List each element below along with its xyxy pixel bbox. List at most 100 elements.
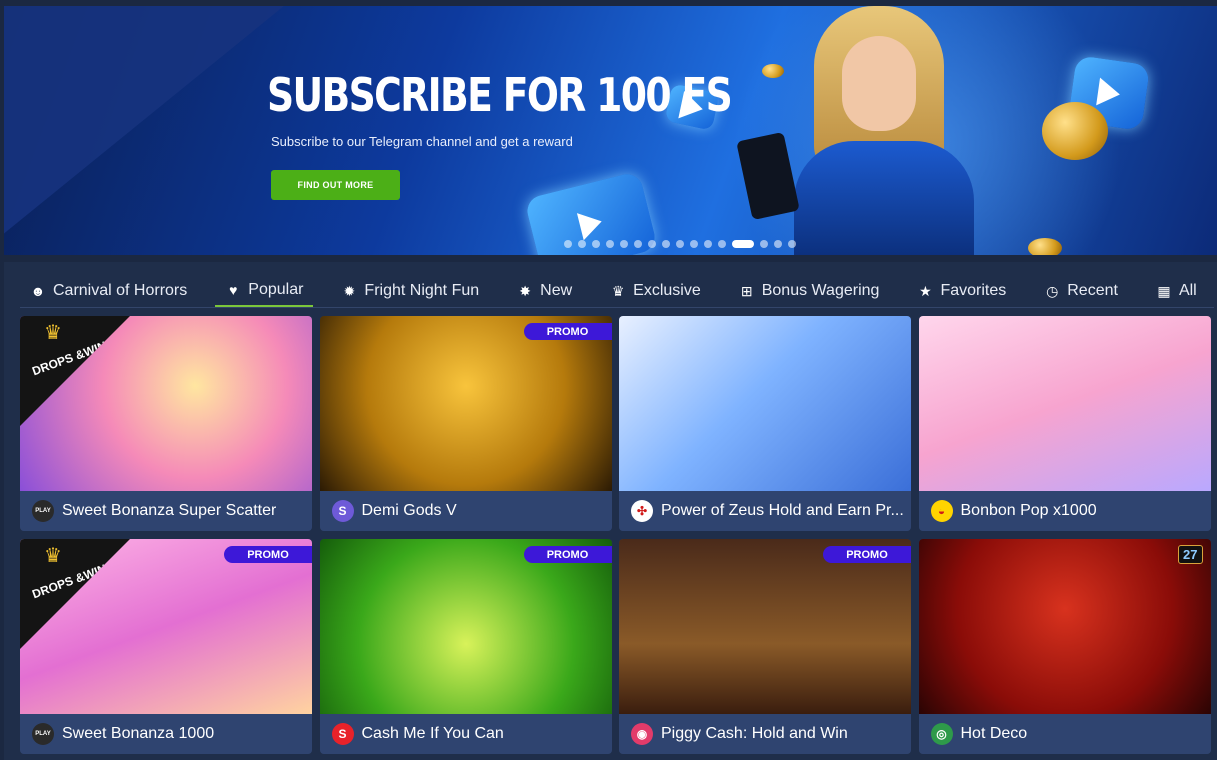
promo-badge: PROMO	[523, 323, 612, 340]
promo-badge: PROMO	[823, 546, 911, 563]
tab-label: Carnival of Horrors	[53, 282, 188, 299]
tab-recent[interactable]: ◷ Recent	[1034, 275, 1128, 307]
game-card[interactable]: ♛ DROPS &WINS PROMO PLAY Sweet Bonanza 1000	[20, 539, 312, 754]
carousel-dot[interactable]	[718, 240, 726, 248]
tab-label: Recent	[1067, 282, 1118, 299]
tab-label: Popular	[248, 281, 304, 298]
banner-decoration	[4, 6, 284, 255]
tab-bonus-wagering[interactable]: ⊞ Bonus Wagering	[729, 275, 890, 307]
banner-title: SUBSCRIBE FOR 100 FS	[267, 68, 733, 122]
game-thumbnail[interactable]: PROMO	[619, 539, 911, 714]
carousel-dots[interactable]	[564, 240, 796, 248]
banner-subtitle: Subscribe to our Telegram channel and ge…	[271, 134, 573, 149]
tab-exclusive[interactable]: ♛ Exclusive	[600, 275, 711, 307]
category-tabs: ☻ Carnival of Horrors ♥ Popular ✹ Fright Nigh…	[20, 275, 1214, 308]
tab-carnival-of-horrors[interactable]: ☻ Carnival of Horrors	[20, 275, 197, 307]
star-icon: ★	[919, 282, 932, 299]
game-thumbnail[interactable]: 27	[918, 539, 1211, 714]
carousel-dot[interactable]	[606, 240, 614, 248]
game-name: Hot Deco	[960, 725, 1028, 742]
game-caption[interactable]: ◎ Hot Deco	[918, 714, 1211, 754]
game-thumbnail[interactable]	[918, 316, 1211, 491]
carousel-dot[interactable]	[676, 240, 684, 248]
game-name: Sweet Bonanza 1000	[62, 725, 215, 742]
game-thumbnail[interactable]: PROMO	[319, 316, 612, 491]
carousel-dot[interactable]	[634, 240, 642, 248]
banner-model-image	[736, 6, 984, 255]
carousel-dot[interactable]	[788, 240, 796, 248]
provider-logo-icon: ◎	[930, 723, 953, 745]
gear-icon: ✹	[343, 282, 356, 299]
provider-logo-icon: S	[331, 500, 354, 522]
carousel-dot[interactable]	[592, 240, 600, 248]
game-caption[interactable]: ✣ Power of Zeus Hold and Earn Pr...	[619, 491, 911, 531]
carousel-dot[interactable]	[690, 240, 698, 248]
tab-fright-night-fun[interactable]: ✹ Fright Night Fun	[331, 275, 489, 307]
coin-icon	[1042, 102, 1108, 160]
game-name: Piggy Cash: Hold and Win	[661, 725, 848, 742]
game-card[interactable]: ◒ Bonbon Pop x1000	[918, 316, 1211, 531]
heart-icon: ♥	[229, 282, 238, 298]
carousel-dot[interactable]	[578, 240, 586, 248]
carousel-dot[interactable]	[564, 240, 572, 248]
game-card[interactable]: 27 ◎ Hot Deco	[918, 539, 1211, 754]
tab-label: New	[540, 282, 573, 299]
provider-logo-icon: PLAY	[32, 723, 54, 745]
game-name: Cash Me If You Can	[361, 725, 504, 742]
tab-label: Fright Night Fun	[364, 282, 480, 299]
promo-badge: PROMO	[523, 546, 612, 563]
game-thumbnail[interactable]: ♛ DROPS &WINS PROMO	[20, 539, 312, 714]
game-caption[interactable]: PLAY Sweet Bonanza 1000	[20, 714, 312, 754]
game-name: Sweet Bonanza Super Scatter	[62, 502, 277, 519]
provider-logo-icon: PLAY	[32, 500, 54, 522]
grid-icon: ▦	[1157, 282, 1171, 299]
tab-label: Exclusive	[633, 282, 701, 299]
crown-icon: ♛	[611, 282, 625, 299]
game-thumbnail[interactable]: PROMO	[319, 539, 612, 714]
game-card[interactable]: PROMO ◉ Piggy Cash: Hold and Win	[619, 539, 911, 754]
mask-icon: ☻	[30, 283, 46, 299]
game-caption[interactable]: PLAY Sweet Bonanza Super Scatter	[20, 491, 312, 531]
game-caption[interactable]: ◒ Bonbon Pop x1000	[918, 491, 1211, 531]
tab-popular[interactable]: ♥ Popular	[215, 275, 314, 307]
carousel-dot[interactable]	[760, 240, 768, 248]
game-thumbnail[interactable]	[619, 316, 911, 491]
game-card[interactable]: PROMO S Cash Me If You Can	[319, 539, 612, 754]
tab-favorites[interactable]: ★ Favorites	[907, 275, 1016, 307]
provider-logo-icon: ◉	[631, 723, 653, 745]
carousel-dot[interactable]	[732, 240, 754, 248]
carousel-dot[interactable]	[648, 240, 656, 248]
carousel-dot[interactable]	[662, 240, 670, 248]
tab-label: Favorites	[940, 282, 1007, 299]
game-card[interactable]: ✣ Power of Zeus Hold and Earn Pr...	[619, 316, 911, 531]
tab-label: All	[1178, 282, 1197, 299]
gift-icon: ⊞	[740, 282, 753, 299]
find-out-more-button[interactable]: FIND OUT MORE	[271, 170, 400, 200]
ways-badge: 27	[1178, 545, 1203, 564]
coin-icon	[1028, 238, 1062, 255]
carousel-dot[interactable]	[620, 240, 628, 248]
provider-logo-icon: ✣	[631, 500, 653, 522]
drops-wins-badge: ♛ DROPS &WINS	[20, 316, 130, 426]
clock-icon: ◷	[1046, 282, 1059, 299]
game-card[interactable]: PROMO S Demi Gods V	[319, 316, 612, 531]
provider-logo-icon: ◒	[930, 500, 953, 522]
game-card[interactable]: ♛ DROPS &WINS PLAY Sweet Bonanza Super Scat…	[20, 316, 312, 531]
game-thumbnail[interactable]: ♛ DROPS &WINS	[20, 316, 312, 491]
game-name: Power of Zeus Hold and Earn Pr...	[661, 502, 904, 519]
game-caption[interactable]: ◉ Piggy Cash: Hold and Win	[619, 714, 911, 754]
carousel-dot[interactable]	[774, 240, 782, 248]
drops-wins-badge: ♛ DROPS &WINS	[20, 539, 130, 649]
tab-label: Bonus Wagering	[761, 282, 880, 299]
tab-new[interactable]: ✸ New	[507, 275, 582, 307]
provider-logo-icon: S	[331, 723, 354, 745]
promo-badge: PROMO	[224, 546, 312, 563]
promo-banner[interactable]: SUBSCRIBE FOR 100 FS Subscribe to our Te…	[4, 6, 1217, 255]
game-caption[interactable]: S Cash Me If You Can	[319, 714, 612, 754]
tab-all[interactable]: ▦ All	[1146, 275, 1207, 307]
game-name: Bonbon Pop x1000	[960, 502, 1097, 519]
game-caption[interactable]: S Demi Gods V	[319, 491, 612, 531]
game-name: Demi Gods V	[361, 502, 457, 519]
carousel-dot[interactable]	[704, 240, 712, 248]
sparkle-icon: ✸	[519, 282, 531, 299]
